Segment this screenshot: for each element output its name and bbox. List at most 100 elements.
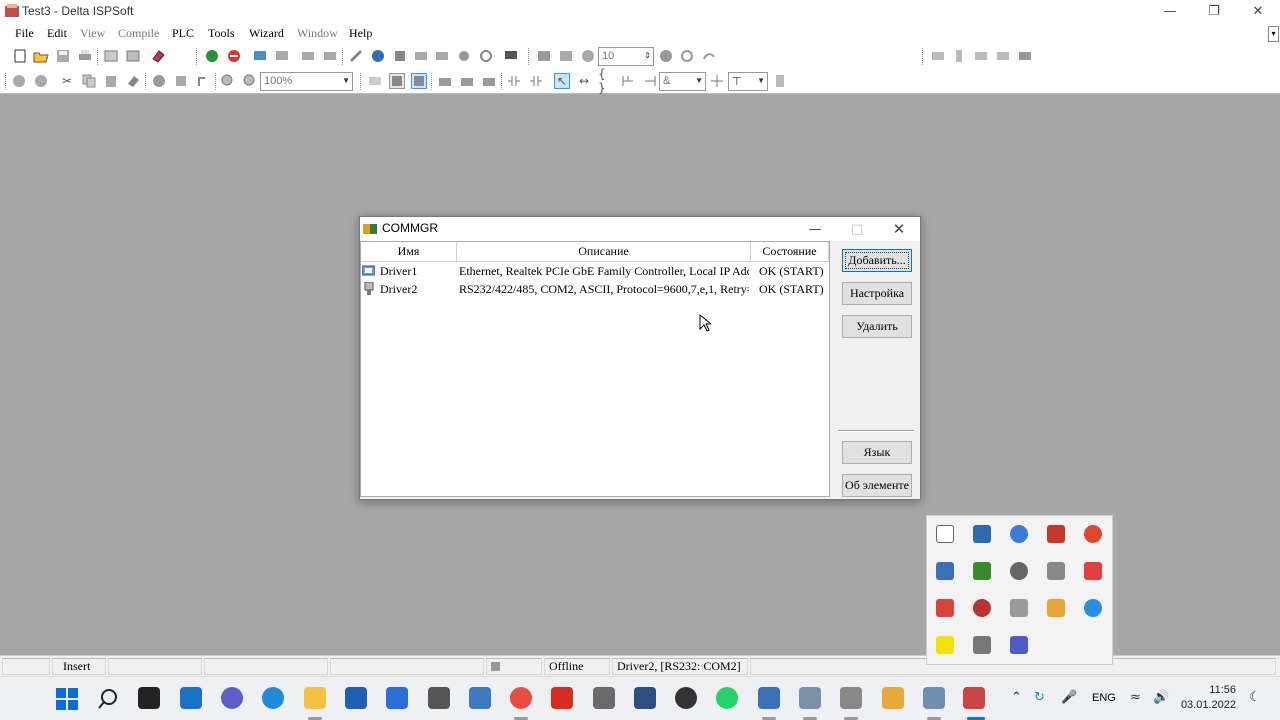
- record-icon[interactable]: [658, 48, 674, 64]
- upload-icon[interactable]: [274, 48, 290, 64]
- notification-icon[interactable]: ☾: [1249, 690, 1261, 705]
- coil-icon[interactable]: [642, 73, 658, 89]
- menu-tools[interactable]: Tools: [208, 26, 235, 41]
- minimize-window-button[interactable]: —: [1148, 0, 1192, 22]
- power-app-icon[interactable]: [1084, 599, 1102, 617]
- security-shield-icon[interactable]: [973, 525, 991, 543]
- cpu-monitor-icon[interactable]: [1047, 562, 1065, 580]
- refresh-device-icon[interactable]: [478, 48, 494, 64]
- commgr-taskbar-icon[interactable]: [963, 687, 985, 709]
- camera-icon[interactable]: [428, 687, 450, 709]
- nvidia-icon[interactable]: [973, 562, 991, 580]
- menu-window[interactable]: Window: [297, 26, 338, 41]
- print-icon[interactable]: [77, 48, 93, 64]
- package-app-icon[interactable]: [882, 687, 904, 709]
- microphone-icon[interactable]: 🎤: [1061, 690, 1077, 705]
- column-header-name[interactable]: Имя: [361, 242, 457, 262]
- window-layout-icon[interactable]: [125, 48, 141, 64]
- redo-step-icon[interactable]: [701, 48, 717, 64]
- online-mode-icon[interactable]: [300, 48, 316, 64]
- pdf-reader-icon[interactable]: [551, 687, 573, 709]
- dialog-maximize-button[interactable]: □: [836, 217, 878, 241]
- device-comment-icon[interactable]: [411, 73, 427, 89]
- ispsoft-taskbar-icon[interactable]: [923, 687, 945, 709]
- input-language[interactable]: ENG: [1092, 692, 1116, 704]
- step-icon[interactable]: [558, 48, 574, 64]
- antivirus-icon[interactable]: [973, 599, 991, 617]
- register-monitor-icon[interactable]: [434, 48, 450, 64]
- zoom-in-icon[interactable]: [220, 73, 236, 89]
- dialog-close-button[interactable]: ✕: [878, 217, 920, 241]
- calculator-icon[interactable]: [469, 687, 491, 709]
- vertical-line-icon[interactable]: { }: [598, 67, 614, 95]
- widgets-icon[interactable]: [180, 687, 202, 709]
- file-explorer-icon[interactable]: [304, 687, 326, 709]
- close-window-button[interactable]: ✕: [1236, 0, 1280, 22]
- window-arrange-icon[interactable]: [995, 48, 1011, 64]
- new-file-icon[interactable]: [12, 48, 28, 64]
- menu-overflow-icon[interactable]: ▾: [1268, 26, 1279, 42]
- language-button[interactable]: Язык: [842, 441, 912, 464]
- wifi-icon[interactable]: ≈: [1130, 690, 1141, 705]
- chat-icon[interactable]: [221, 687, 243, 709]
- horizontal-line-icon[interactable]: ↔: [576, 73, 592, 89]
- scan-count-input[interactable]: 10 ⇕: [598, 47, 654, 66]
- zoom-out-icon[interactable]: [242, 73, 258, 89]
- task-view-icon[interactable]: [138, 687, 160, 709]
- menu-edit[interactable]: Edit: [47, 26, 67, 41]
- chat-app-icon[interactable]: [1047, 599, 1065, 617]
- select-pointer-icon[interactable]: ↖: [554, 73, 570, 89]
- download-icon[interactable]: [252, 48, 268, 64]
- scan-time-icon[interactable]: [580, 48, 596, 64]
- delete-network-icon[interactable]: [481, 73, 497, 89]
- cloud-backup-icon[interactable]: [1010, 562, 1028, 580]
- delta-tool-icon[interactable]: [593, 687, 615, 709]
- insert-row-icon[interactable]: [437, 73, 453, 89]
- window-tile-horizontal-icon[interactable]: [973, 48, 989, 64]
- media-app-icon[interactable]: [675, 687, 697, 709]
- replace-icon[interactable]: [173, 73, 189, 89]
- driver-row[interactable]: Driver2 RS232/422/485, COM2, ASCII, Prot…: [361, 280, 829, 298]
- function-block-icon[interactable]: [709, 73, 725, 89]
- mail-icon[interactable]: [386, 687, 408, 709]
- end-instruction-icon[interactable]: [772, 73, 788, 89]
- connect-icon[interactable]: [348, 48, 364, 64]
- delete-driver-button[interactable]: Удалить: [842, 315, 912, 338]
- menu-help[interactable]: Help: [349, 26, 372, 41]
- network-icon[interactable]: [503, 48, 519, 64]
- comment-toggle-icon[interactable]: [367, 73, 383, 89]
- menu-plc[interactable]: PLC: [172, 26, 194, 41]
- spin-arrows-icon[interactable]: ⇕: [644, 51, 651, 60]
- driver-list[interactable]: Имя Описание Состояние Driver1 Ethernet,…: [360, 241, 830, 497]
- add-driver-button[interactable]: Добавить...: [842, 249, 912, 272]
- find-icon[interactable]: [151, 73, 167, 89]
- sync-status-icon[interactable]: ↻: [1034, 690, 1045, 705]
- cut-icon[interactable]: ✂: [59, 73, 75, 89]
- network-config-icon[interactable]: [799, 687, 821, 709]
- delete-icon[interactable]: [125, 73, 141, 89]
- open-file-icon[interactable]: [33, 48, 49, 64]
- store-icon[interactable]: [345, 687, 367, 709]
- contact-nc-icon[interactable]: [528, 73, 544, 89]
- about-button[interactable]: Об элементе: [842, 474, 912, 497]
- speaker-icon[interactable]: 🔊: [1153, 690, 1169, 705]
- save-icon[interactable]: [55, 48, 71, 64]
- configure-driver-button[interactable]: Настройка: [842, 282, 912, 305]
- clock-time[interactable]: 11:56: [1180, 684, 1236, 696]
- zoom-select[interactable]: 100% ▼: [260, 72, 353, 91]
- notepad-icon[interactable]: [758, 687, 780, 709]
- plc-tool-icon[interactable]: [840, 687, 862, 709]
- undo-icon[interactable]: [11, 73, 27, 89]
- column-header-state[interactable]: Состояние: [751, 242, 829, 262]
- reload-icon[interactable]: [679, 48, 695, 64]
- display-settings-icon[interactable]: [936, 562, 954, 580]
- notes-app-icon[interactable]: [936, 636, 954, 654]
- ladder-view-icon[interactable]: [389, 73, 405, 89]
- communication-icon[interactable]: [370, 48, 386, 64]
- window-list-icon[interactable]: [1017, 48, 1033, 64]
- start-button-icon[interactable]: [56, 688, 78, 710]
- edge-browser-icon[interactable]: [262, 687, 284, 709]
- window-cascade-icon[interactable]: [930, 48, 946, 64]
- search-icon[interactable]: [97, 688, 119, 710]
- burner-app-icon[interactable]: [1084, 525, 1102, 543]
